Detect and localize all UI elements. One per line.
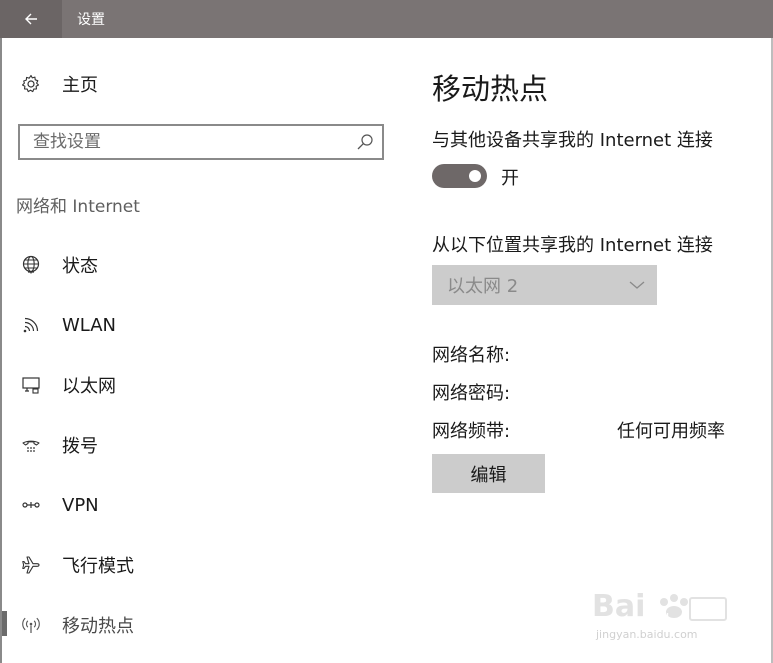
svg-text:Bai: Bai (592, 589, 645, 624)
gear-icon (20, 73, 42, 95)
title-bar: 设置 (0, 0, 773, 38)
network-band-label: 网络频带: (432, 421, 511, 442)
search-input[interactable] (33, 132, 354, 152)
vpn-icon (20, 494, 42, 516)
dropdown-value: 以太网 2 (447, 276, 519, 297)
dialup-icon (20, 434, 42, 456)
sidebar-item-label: 以太网 (62, 376, 116, 397)
section-heading: 网络和 Internet (16, 197, 140, 217)
chevron-down-icon (629, 277, 645, 293)
sidebar-item-label: 拨号 (62, 436, 98, 457)
network-name-label: 网络名称: (432, 345, 511, 366)
watermark-url: jingyan.baidu.com (596, 628, 698, 641)
sidebar-item-label: 状态 (62, 256, 98, 277)
window-border-left (0, 38, 2, 663)
sidebar-item-status[interactable]: 状态 (20, 249, 360, 281)
sidebar-item-wlan[interactable]: WLAN (20, 309, 360, 341)
back-button[interactable] (0, 0, 62, 38)
toggle-state-label: 开 (501, 168, 519, 189)
search-icon[interactable] (354, 131, 376, 153)
sidebar-item-dialup[interactable]: 拨号 (20, 429, 360, 461)
selection-indicator (2, 611, 7, 636)
sidebar-item-label: WLAN (62, 314, 117, 336)
hotspot-icon (20, 614, 42, 636)
network-password-label: 网络密码: (432, 383, 511, 404)
sidebar-item-label: 移动热点 (62, 616, 134, 637)
sidebar-home[interactable]: 主页 (20, 70, 98, 98)
hotspot-toggle[interactable] (432, 164, 487, 188)
window-title: 设置 (77, 12, 105, 28)
share-connection-label: 与其他设备共享我的 Internet 连接 (432, 130, 713, 151)
sidebar-item-label: VPN (62, 494, 99, 516)
sidebar-home-label: 主页 (62, 75, 98, 96)
sidebar-item-label: 飞行模式 (62, 556, 134, 577)
back-arrow-icon (25, 13, 37, 25)
sidebar-item-hotspot[interactable]: 移动热点 (20, 609, 360, 641)
airplane-icon (20, 554, 42, 576)
edit-button[interactable]: 编辑 (432, 454, 545, 493)
search-box[interactable] (18, 124, 384, 160)
globe-icon (20, 254, 42, 276)
page-title: 移动热点 (432, 72, 549, 106)
sidebar-item-vpn[interactable]: VPN (20, 489, 360, 521)
wifi-icon (20, 314, 42, 336)
network-band-value: 任何可用频率 (617, 421, 725, 442)
ethernet-icon (20, 374, 42, 396)
svg-text:du: du (654, 609, 669, 623)
share-from-label: 从以下位置共享我的 Internet 连接 (432, 235, 713, 256)
share-from-dropdown[interactable]: 以太网 2 (432, 265, 657, 305)
sidebar-item-ethernet[interactable]: 以太网 (20, 369, 360, 401)
sidebar-item-airplane[interactable]: 飞行模式 (20, 549, 360, 581)
toggle-knob (469, 170, 481, 182)
